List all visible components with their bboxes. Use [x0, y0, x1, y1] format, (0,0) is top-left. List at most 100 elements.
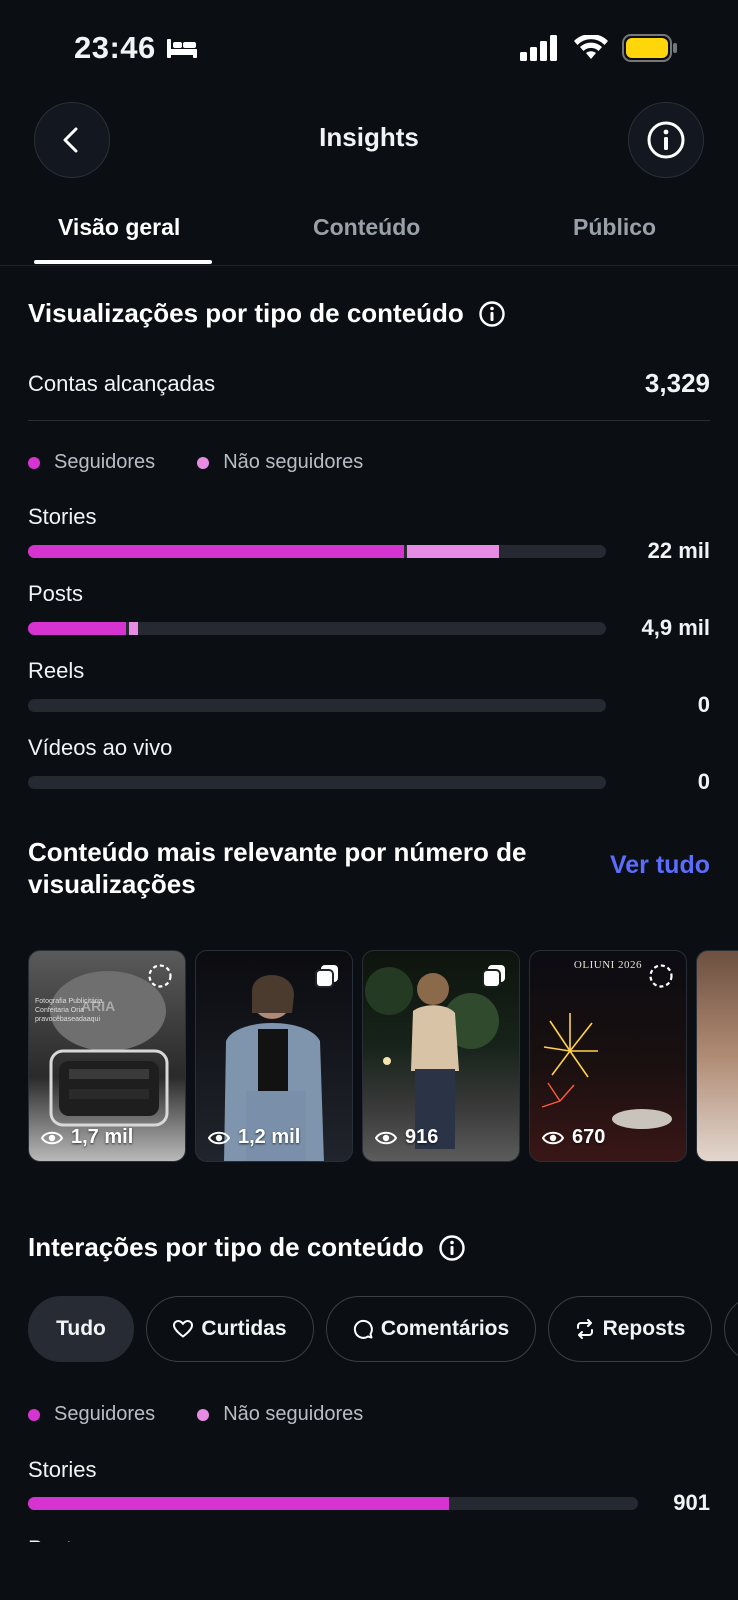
- caption-line: Fotografia Publicitária: [35, 998, 103, 1005]
- row-value-posts: 4,9 mil: [641, 615, 710, 640]
- chip-all[interactable]: Tudo: [28, 1296, 134, 1362]
- bar-track-stories: [28, 545, 606, 558]
- tab-bar: Visão geral Conteúdo Público: [0, 200, 738, 266]
- story-ring-icon: [649, 964, 673, 988]
- content-thumbnail[interactable]: 1,2 mil: [195, 950, 353, 1162]
- interactions-section-title-text: Interações por tipo de conteúdo: [28, 1232, 424, 1262]
- views-section-title-text: Visualizações por tipo de conteúdo: [28, 298, 464, 328]
- interaction-row-value-stories: 901: [673, 1490, 710, 1515]
- interactions-legend: Seguidores Não seguidores: [28, 1403, 405, 1426]
- top-content-title: Conteúdo mais relevante por número de vi…: [28, 836, 588, 900]
- chip-label: Tudo: [56, 1317, 106, 1340]
- top-content-title-line1: Conteúdo mais relevante por número de: [28, 837, 527, 867]
- multiple-posts-icon: [482, 965, 505, 988]
- bar-track-posts: [28, 622, 606, 635]
- caption-line: Confeitaria Oria: [35, 1007, 85, 1014]
- row-value-live: 0: [697, 769, 710, 794]
- comment-icon: [353, 1319, 373, 1339]
- content-thumbnail[interactable]: OLIUNI 2026 670: [529, 950, 687, 1162]
- content-thumbnail[interactable]: ARIA Fotografia Publicitária Confeitaria…: [28, 950, 186, 1162]
- system-icons: [520, 34, 678, 62]
- views-count: 1,7 mil: [41, 1126, 133, 1149]
- row-value-stories: 22 mil: [647, 538, 710, 563]
- legend-non-followers-label: Não seguidores: [223, 451, 364, 473]
- caption-line: pravocêbaseadaaqui: [35, 1016, 100, 1023]
- row-label-reels: Reels: [28, 658, 85, 683]
- interactions-section-title: Interações por tipo de conteúdo: [28, 1232, 466, 1263]
- info-icon[interactable]: [478, 300, 506, 328]
- header: Insights: [0, 100, 738, 180]
- tab-content[interactable]: Conteúdo: [313, 214, 420, 241]
- heart-icon: [173, 1320, 194, 1338]
- views-count-text: 670: [572, 1126, 606, 1148]
- top-content-title-line2: visualizações: [28, 869, 196, 899]
- eye-icon: [542, 1131, 564, 1144]
- interaction-bar-followers-stories: [28, 1497, 449, 1510]
- chip-comments[interactable]: Comentários: [326, 1296, 536, 1362]
- top-content-carousel: ARIA Fotografia Publicitária Confeitaria…: [28, 950, 738, 1164]
- chip-label: Comentários: [380, 1317, 510, 1340]
- info-icon[interactable]: [438, 1234, 466, 1262]
- info-icon: [647, 121, 685, 159]
- views-section-title: Visualizações por tipo de conteúdo: [28, 298, 506, 329]
- see-all-link[interactable]: Ver tudo: [610, 851, 710, 880]
- bottom-fade: [0, 1542, 738, 1600]
- non-followers-dot: [197, 456, 210, 469]
- chip-likes[interactable]: Curtidas: [146, 1296, 314, 1362]
- accounts-reached-value: 3,329: [644, 368, 710, 398]
- multiple-posts-icon: [315, 965, 338, 988]
- interaction-filter-chips: Tudo Curtidas Comentários Reposts: [28, 1296, 738, 1362]
- legend-non-followers: Não seguidores: [197, 1403, 363, 1426]
- bar-track-reels: [28, 699, 606, 712]
- row-value-reels: 0: [697, 692, 710, 717]
- eye-icon: [208, 1131, 230, 1144]
- bar-non-followers-stories: [406, 545, 500, 558]
- views-count: 1,2 mil: [208, 1126, 300, 1149]
- views-legend: Seguidores Não seguidores: [28, 451, 405, 474]
- active-tab-indicator: [34, 260, 212, 264]
- non-followers-dot: [197, 1408, 210, 1421]
- legend-followers: Seguidores: [28, 1403, 155, 1426]
- battery-icon: [622, 34, 677, 62]
- bar-followers-posts: [28, 622, 127, 635]
- followers-dot: [28, 1408, 40, 1421]
- followers-dot: [28, 456, 40, 469]
- views-count-text: 916: [405, 1126, 439, 1148]
- tab-overview[interactable]: Visão geral: [58, 214, 180, 241]
- bar-non-followers-posts: [129, 622, 138, 635]
- chip-more[interactable]: [724, 1296, 738, 1362]
- wifi-icon: [574, 35, 608, 59]
- info-button[interactable]: [628, 102, 704, 178]
- legend-followers-label: Seguidores: [54, 451, 156, 473]
- views-count-text: 1,2 mil: [238, 1126, 301, 1148]
- views-count-text: 1,7 mil: [71, 1126, 134, 1148]
- legend-followers-label: Seguidores: [54, 1403, 156, 1425]
- content-thumbnail[interactable]: [696, 950, 738, 1162]
- views-count: 670: [542, 1126, 605, 1149]
- status-time-group: 23:46: [74, 30, 198, 66]
- story-ring-icon: [148, 964, 172, 988]
- legend-non-followers-label: Não seguidores: [223, 1403, 364, 1425]
- content-thumbnail[interactable]: 916: [362, 950, 520, 1162]
- legend-followers: Seguidores: [28, 451, 155, 474]
- accounts-reached-label: Contas alcançadas: [28, 371, 216, 396]
- chip-label: Reposts: [602, 1317, 686, 1340]
- row-label-posts: Posts: [28, 581, 84, 606]
- status-bar: 23:46: [0, 0, 738, 96]
- views-count: 916: [375, 1126, 438, 1149]
- divider: [28, 420, 710, 421]
- repost-icon: [576, 1319, 593, 1339]
- bar-followers-stories: [28, 545, 404, 558]
- tab-audience[interactable]: Público: [573, 214, 656, 241]
- bar-track-live: [28, 776, 606, 789]
- eye-icon: [375, 1131, 397, 1144]
- chip-label: Curtidas: [201, 1317, 287, 1340]
- interaction-bar-track-stories: [28, 1497, 638, 1510]
- chip-reposts[interactable]: Reposts: [548, 1296, 712, 1362]
- interaction-row-label-stories: Stories: [28, 1457, 97, 1482]
- sleep-bed-icon: [166, 39, 197, 58]
- legend-non-followers: Não seguidores: [197, 451, 363, 474]
- row-label-stories: Stories: [28, 504, 97, 529]
- status-time: 23:46: [74, 30, 156, 65]
- row-label-live: Vídeos ao vivo: [28, 735, 173, 760]
